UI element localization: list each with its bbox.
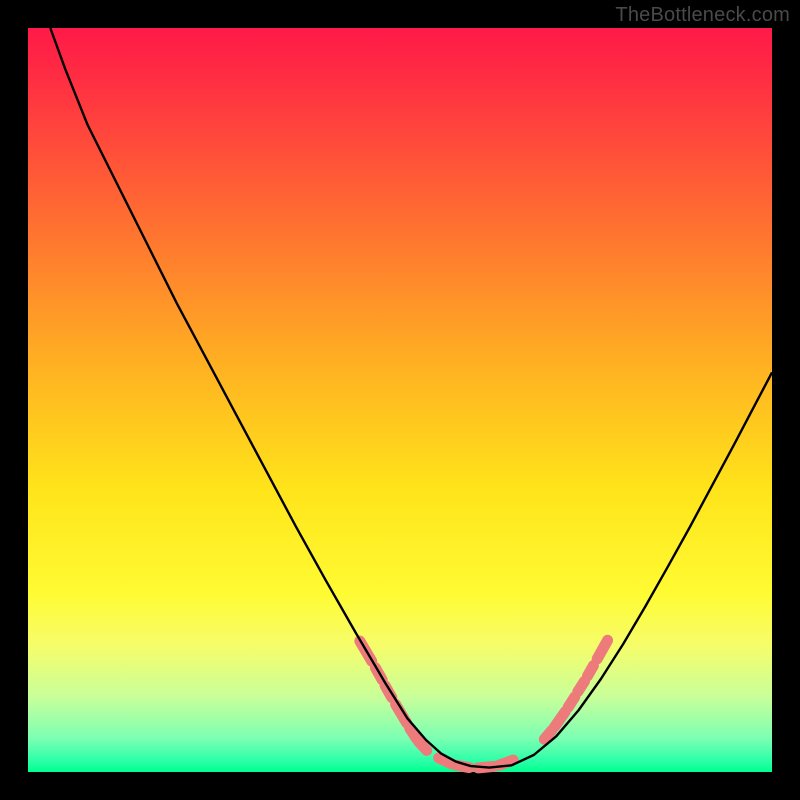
highlight-dash bbox=[587, 666, 593, 676]
highlight-dash bbox=[410, 728, 417, 738]
highlight-dash bbox=[419, 741, 427, 750]
highlight-dash bbox=[568, 697, 575, 707]
highlight-dash bbox=[578, 681, 585, 691]
bottleneck-chart bbox=[0, 0, 800, 800]
plot-background bbox=[28, 28, 772, 772]
chart-frame: TheBottleneck.com bbox=[0, 0, 800, 800]
watermark-text: TheBottleneck.com bbox=[615, 4, 790, 27]
highlight-dash bbox=[544, 730, 551, 739]
